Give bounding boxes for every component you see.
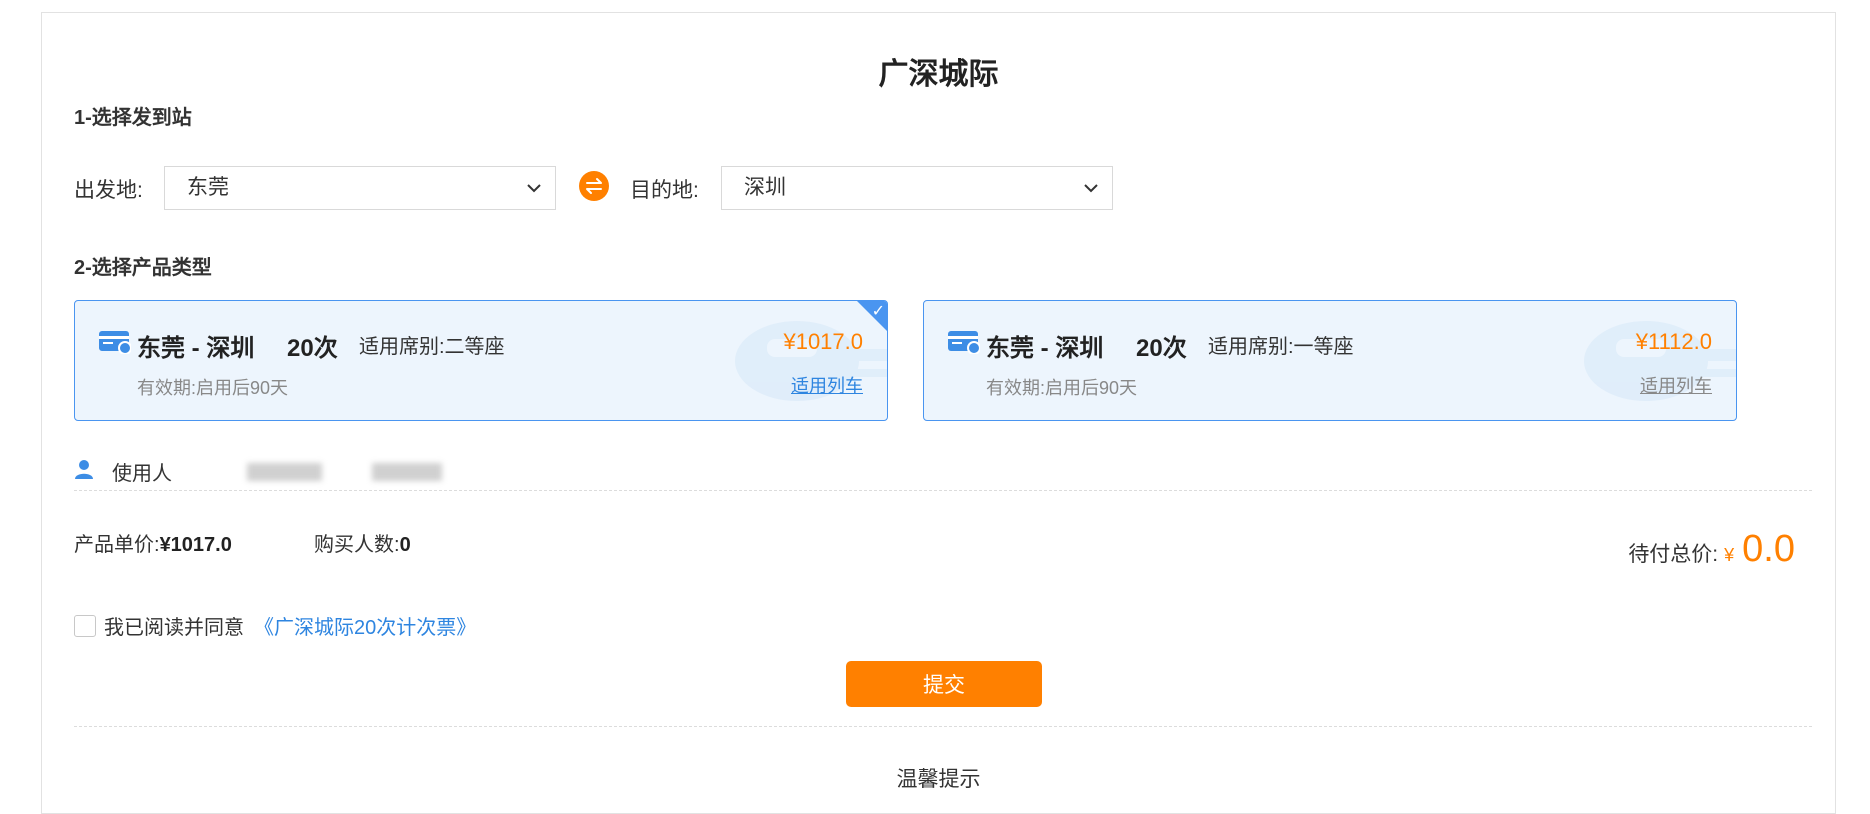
product-seat-class: 适用席别:二等座 xyxy=(359,336,505,358)
product-price: ¥1017.0 xyxy=(783,329,863,354)
agreement-checkbox[interactable] xyxy=(74,614,96,637)
product-validity: 有效期:启用后90天 xyxy=(986,378,1138,398)
to-label: 目的地: xyxy=(630,179,699,202)
product-panel: 广深城际 1-选择发到站 出发地: 东莞 目的地: 深圳 2-选择产品类型 东莞 xyxy=(41,12,1836,814)
divider xyxy=(74,490,1812,491)
chevron-down-icon xyxy=(527,184,541,193)
to-select[interactable]: 深圳 xyxy=(721,166,1113,210)
agreement-row: 我已阅读并同意 《广深城际20次计次票》 xyxy=(74,611,476,640)
total-price-label: 待付总价: xyxy=(1628,543,1719,566)
ticket-card-icon xyxy=(99,331,131,354)
total-price: 待付总价: ¥ 0.0 xyxy=(1628,528,1795,571)
agreement-link[interactable]: 《广深城际20次计次票》 xyxy=(254,611,476,640)
to-select-value: 深圳 xyxy=(744,176,786,199)
tips-heading: 温馨提示 xyxy=(896,768,981,791)
chevron-down-icon xyxy=(1084,184,1098,193)
submit-button[interactable]: 提交 xyxy=(846,661,1042,707)
ticket-card-icon xyxy=(948,331,980,354)
swap-arrows-icon xyxy=(586,178,602,194)
unit-price-value: ¥1017.0 xyxy=(159,534,232,556)
swap-stations-button[interactable] xyxy=(579,171,609,201)
buyer-count-label: 购买人数: xyxy=(314,534,400,556)
step2-heading: 2-选择产品类型 xyxy=(74,257,212,279)
product-route: 东莞 - 深圳 xyxy=(986,335,1104,362)
from-select-value: 东莞 xyxy=(187,176,229,199)
product-seat-class: 适用席别:一等座 xyxy=(1208,336,1354,358)
user-name-redacted[interactable] xyxy=(247,463,322,481)
agreement-text: 我已阅读并同意 xyxy=(104,617,244,639)
applicable-trains-link[interactable]: 适用列车 xyxy=(1640,372,1712,398)
user-icon xyxy=(75,460,93,479)
from-select[interactable]: 东莞 xyxy=(164,166,556,210)
currency-symbol: ¥ xyxy=(1724,545,1735,565)
product-route: 东莞 - 深圳 xyxy=(137,335,255,362)
unit-price: 产品单价:¥1017.0 xyxy=(74,528,232,557)
user-label: 使用人 xyxy=(112,463,172,485)
buyer-count: 购买人数:0 xyxy=(314,528,411,557)
buyer-count-value: 0 xyxy=(399,534,411,556)
checkmark-icon: ✓ xyxy=(871,303,885,320)
product-count: 20次 xyxy=(1136,335,1187,362)
user-name-redacted[interactable] xyxy=(372,463,442,481)
unit-price-label: 产品单价: xyxy=(74,534,160,556)
step1-heading: 1-选择发到站 xyxy=(74,107,192,129)
from-label: 出发地: xyxy=(74,179,143,202)
applicable-trains-link[interactable]: 适用列车 xyxy=(791,372,863,398)
product-card-first-class[interactable]: 东莞 - 深圳 20次 适用席别:一等座 有效期:启用后90天 ¥1112.0 … xyxy=(923,300,1737,421)
divider xyxy=(74,726,1812,727)
page-title: 广深城际 xyxy=(878,58,999,91)
product-validity: 有效期:启用后90天 xyxy=(137,378,289,398)
product-card-second-class[interactable]: 东莞 - 深圳 20次 适用席别:二等座 有效期:启用后90天 ¥1017.0 … xyxy=(74,300,888,421)
product-count: 20次 xyxy=(287,335,338,362)
product-price: ¥1112.0 xyxy=(1635,329,1712,354)
total-price-value: 0.0 xyxy=(1742,528,1795,570)
